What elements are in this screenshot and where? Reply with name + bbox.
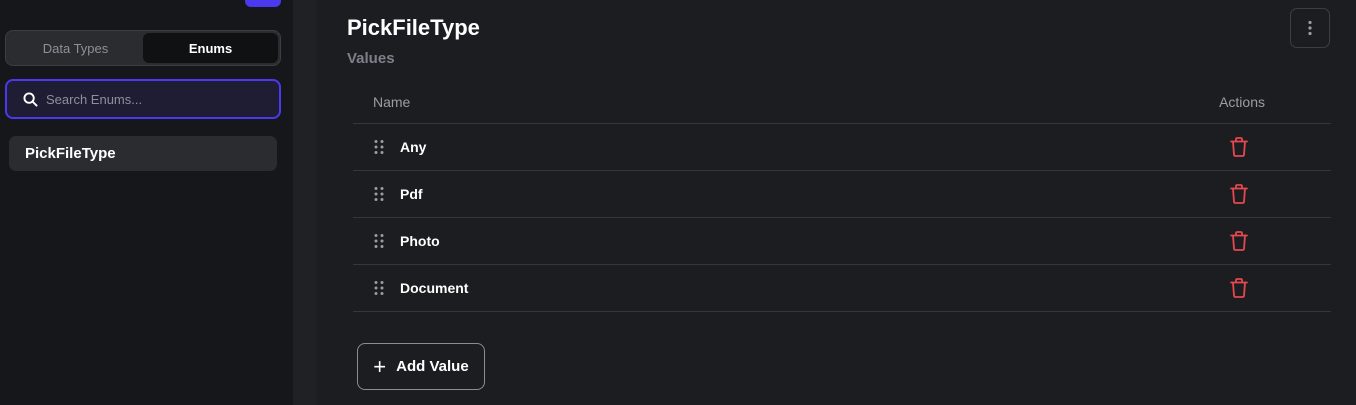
column-header-actions: Actions <box>1219 93 1265 110</box>
drag-handle-icon[interactable] <box>373 280 385 296</box>
value-label: Document <box>400 280 469 296</box>
page-title: PickFileType <box>347 15 480 40</box>
trash-icon[interactable] <box>1229 183 1249 205</box>
drag-handle-icon[interactable] <box>373 139 385 155</box>
section-subtitle: Values <box>347 50 395 67</box>
table-row: Any <box>353 124 1331 171</box>
search-box[interactable] <box>5 79 281 119</box>
enum-item-pickfiletype[interactable]: PickFileType <box>9 136 277 171</box>
table-row: Pdf <box>353 171 1331 218</box>
values-table: Name Actions Any Pdf Photo Document <box>353 80 1331 312</box>
top-accent-button[interactable] <box>245 0 281 7</box>
plus-icon: + <box>373 353 387 379</box>
search-input[interactable] <box>46 91 266 107</box>
more-options-button[interactable] <box>1290 8 1330 48</box>
trash-icon[interactable] <box>1229 230 1249 252</box>
table-header: Name Actions <box>353 80 1331 124</box>
table-row: Document <box>353 265 1331 312</box>
tab-enums[interactable]: Enums <box>143 33 278 63</box>
add-value-label: Add Value <box>396 358 469 375</box>
type-segmented-control: Data Types Enums <box>5 30 281 66</box>
drag-handle-icon[interactable] <box>373 186 385 202</box>
value-label: Photo <box>400 233 440 249</box>
table-row: Photo <box>353 218 1331 265</box>
sidebar: Data Types Enums PickFileType <box>0 0 293 405</box>
add-value-button[interactable]: + Add Value <box>357 343 485 390</box>
app-root: Data Types Enums PickFileType PickFileTy… <box>0 0 1356 405</box>
value-label: Pdf <box>400 186 423 202</box>
panel-divider <box>293 0 317 405</box>
tab-data-types[interactable]: Data Types <box>8 33 143 63</box>
search-icon <box>23 91 38 107</box>
enum-editor: PickFileType Values Name Actions Any Pdf… <box>317 0 1356 405</box>
trash-icon[interactable] <box>1229 277 1249 299</box>
column-header-name: Name <box>373 93 411 110</box>
value-label: Any <box>400 139 427 155</box>
trash-icon[interactable] <box>1229 136 1249 158</box>
drag-handle-icon[interactable] <box>373 233 385 249</box>
more-vertical-icon <box>1308 20 1312 36</box>
